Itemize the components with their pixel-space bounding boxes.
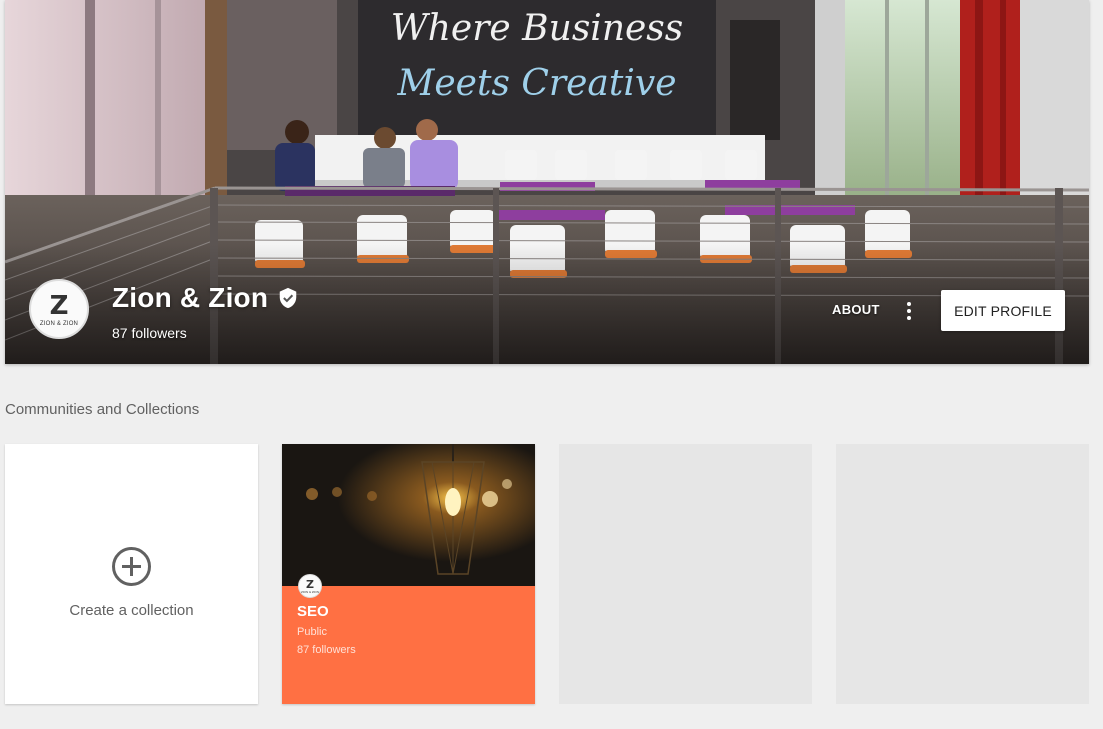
avatar-logo-text: ZION & ZION [39, 321, 79, 327]
verified-shield-check-icon [279, 287, 297, 309]
mini-avatar-letter: Z [306, 577, 314, 591]
avatar-logo-letter: Z [49, 291, 69, 321]
collection-cover-image [282, 444, 535, 586]
plus-circle-icon [112, 547, 151, 586]
placeholder-card [836, 444, 1089, 704]
cover-photo: Where Business Meets Creative Z ZION & Z… [5, 0, 1089, 364]
edit-profile-button[interactable]: EDIT PROFILE [941, 290, 1065, 331]
collection-title: SEO [297, 603, 329, 620]
create-collection-card[interactable]: Create a collection [5, 444, 258, 704]
about-link[interactable]: ABOUT [832, 302, 880, 317]
collection-card-seo[interactable]: Z ZION & ZION SEO Public 87 followers [282, 444, 535, 704]
collection-followers: 87 followers [297, 644, 356, 656]
mural-text-1: Where Business [391, 8, 684, 49]
create-collection-label: Create a collection [69, 602, 194, 619]
profile-followers: 87 followers [112, 325, 187, 341]
more-vertical-icon[interactable] [901, 300, 917, 322]
profile-avatar[interactable]: Z ZION & ZION [29, 279, 89, 339]
mural-text-2: Meets Creative [397, 63, 677, 104]
collection-visibility: Public [297, 626, 327, 638]
profile-name: Zion & Zion [112, 282, 269, 313]
mini-avatar-text: ZION & ZION [301, 589, 319, 594]
section-title: Communities and Collections [5, 401, 200, 418]
placeholder-card [559, 444, 812, 704]
collection-owner-avatar: Z ZION & ZION [298, 574, 322, 598]
